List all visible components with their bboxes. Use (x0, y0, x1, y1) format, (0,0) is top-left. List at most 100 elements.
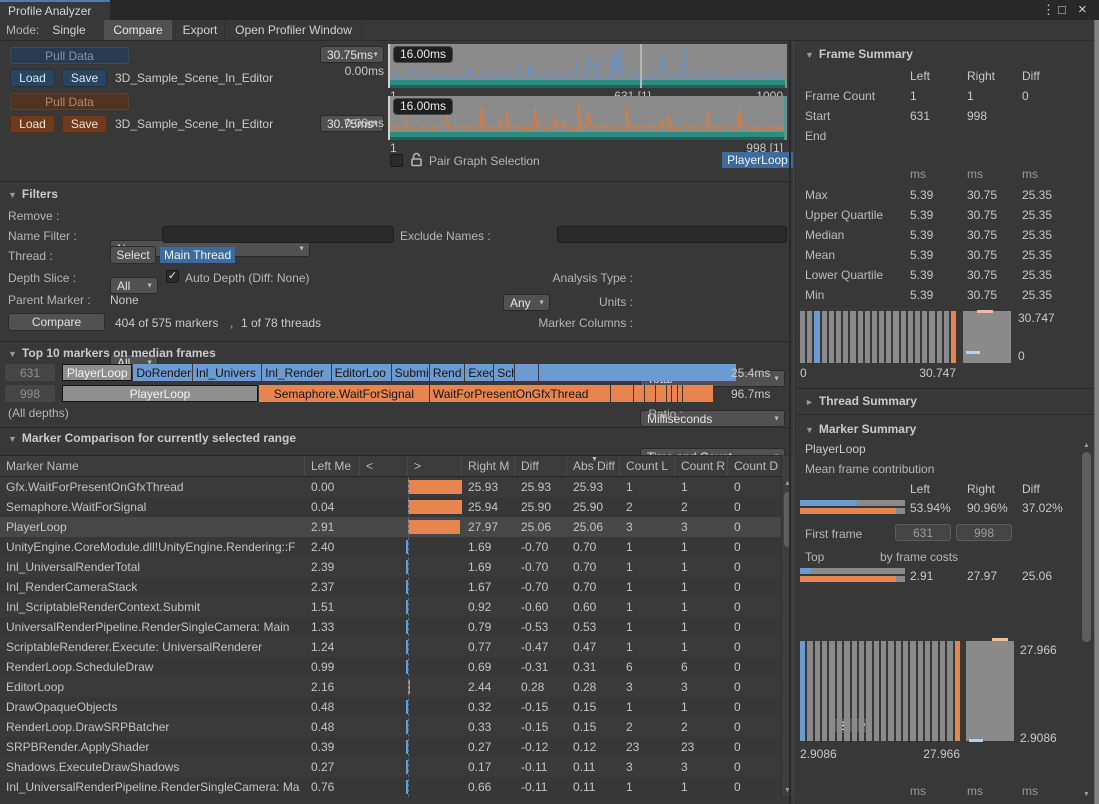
top10-segment[interactable] (634, 385, 644, 402)
column-header-gt[interactable]: > (408, 456, 462, 476)
menu-icon[interactable]: ⋮ (1042, 2, 1055, 18)
name-filter-input[interactable] (162, 226, 394, 243)
top10-segment[interactable]: Inl_Univers (193, 364, 261, 381)
scroll-down-icon[interactable]: ▼ (1080, 791, 1093, 798)
column-header-abs-diff[interactable]: ▼Abs Diff (567, 456, 620, 476)
top10-header[interactable]: ▼Top 10 markers on median frames (8, 346, 216, 360)
table-row[interactable]: ScriptableRenderer.Execute: UniversalRen… (0, 637, 781, 657)
scroll-up-icon[interactable]: ▲ (1080, 442, 1093, 449)
top10-segment[interactable] (683, 385, 712, 402)
table-row[interactable]: PlayerLoop2.9127.9725.0625.06330 (0, 517, 781, 537)
pull-data-left-button[interactable]: Pull Data (10, 47, 129, 64)
frame-graph-right[interactable]: 16.00ms (388, 96, 787, 140)
summary-right-value: 30.75 (967, 228, 997, 242)
table-row[interactable]: RenderLoop.ScheduleDraw0.990.69-0.310.31… (0, 657, 781, 677)
close-icon[interactable]: × (1078, 1, 1087, 18)
top10-segment[interactable]: Rend (430, 364, 465, 381)
column-header-lt[interactable]: < (360, 456, 408, 476)
window-edge-scrollbar[interactable] (1094, 20, 1099, 804)
frame-summary-header[interactable]: ▼Frame Summary (805, 47, 913, 61)
top10-frame-number-right[interactable]: 998 (5, 385, 55, 402)
top10-frame-number-left[interactable]: 631 (5, 364, 55, 381)
column-header-right-median[interactable]: Right M (462, 456, 515, 476)
table-row[interactable]: Inl_ScriptableRenderContext.Submit1.510.… (0, 597, 781, 617)
column-header-left-median[interactable]: Left Me (305, 456, 360, 476)
frame-summary-histogram[interactable] (800, 311, 956, 363)
name-filter-mode-dropdown[interactable]: All▼ (110, 277, 158, 294)
top10-segment[interactable] (672, 385, 677, 402)
thread-summary-header[interactable]: ►Thread Summary (805, 394, 917, 408)
top10-segment[interactable] (667, 385, 672, 402)
marker-summary-header[interactable]: ▼Marker Summary (805, 422, 916, 436)
top10-segment[interactable]: Exec (465, 364, 493, 381)
table-row[interactable]: RenderLoop.DrawSRPBatcher0.480.33-0.150.… (0, 717, 781, 737)
scroll-up-icon[interactable]: ▲ (782, 480, 793, 487)
marker-summary-histogram[interactable] (800, 641, 960, 741)
top10-segment[interactable] (645, 385, 655, 402)
column-header-label: Count R (681, 459, 725, 473)
boxplot-max-tick (992, 638, 1008, 641)
table-row[interactable]: SRPBRender.ApplyShader0.390.27-0.120.122… (0, 737, 781, 757)
top10-segment[interactable] (678, 385, 683, 402)
top10-segment[interactable] (611, 385, 632, 402)
table-row[interactable]: Shadows.ExecuteDrawShadows0.270.17-0.110… (0, 757, 781, 777)
table-row[interactable]: Inl_UniversalRenderPipeline.RenderSingle… (0, 777, 781, 797)
save-left-button[interactable]: Save (62, 69, 107, 87)
mode-single-button[interactable]: Single (36, 20, 102, 40)
scroll-down-icon[interactable]: ▼ (782, 787, 793, 794)
mode-compare-button[interactable]: Compare (104, 20, 172, 40)
table-row[interactable]: Semaphore.WaitForSignal0.0425.9425.9025.… (0, 497, 781, 517)
top10-segment[interactable]: Semaphore.WaitForSignal (259, 385, 429, 402)
export-button[interactable]: Export (175, 20, 225, 40)
exclude-names-label: Exclude Names : (400, 229, 491, 243)
right-panel-scrollbar[interactable]: ▲ ▼ (1080, 440, 1093, 800)
lock-icon[interactable] (410, 152, 423, 167)
first-frame-left-button[interactable]: 631 (895, 524, 951, 541)
load-right-button[interactable]: Load (10, 115, 55, 133)
frame-graph-left[interactable]: 16.00ms (388, 44, 787, 88)
maximize-icon[interactable]: □ (1058, 2, 1066, 17)
column-header-diff[interactable]: Diff (515, 456, 567, 476)
top10-segment[interactable]: Inl_Render (262, 364, 330, 381)
pair-graph-checkbox[interactable] (390, 154, 403, 167)
column-header-count-right[interactable]: Count R (675, 456, 728, 476)
open-profiler-button[interactable]: Open Profiler Window (226, 20, 362, 40)
table-row[interactable]: Inl_RenderCameraStack2.371.67-0.700.7011… (0, 577, 781, 597)
range-dropdown-left[interactable]: 30.75ms▼ (320, 46, 384, 63)
top10-segment[interactable] (515, 364, 538, 381)
top10-segment[interactable]: PlayerLoop (62, 385, 258, 402)
abs-diff-cell: 0.11 (567, 760, 620, 774)
thread-select-button[interactable]: Select (110, 246, 156, 264)
column-header-count-left[interactable]: Count L (620, 456, 675, 476)
table-row[interactable]: Gfx.WaitForPresentOnGfxThread0.0025.9325… (0, 477, 781, 497)
pull-data-right-button[interactable]: Pull Data (10, 93, 129, 110)
top10-segment[interactable]: EditorLoo (332, 364, 391, 381)
table-row[interactable]: DrawOpaqueObjects0.480.32-0.150.15110 (0, 697, 781, 717)
auto-depth-checkbox[interactable]: ✓ (166, 270, 179, 283)
marker-comparison-header[interactable]: ▼Marker Comparison for currently selecte… (8, 431, 296, 445)
filters-header[interactable]: ▼Filters (8, 187, 58, 201)
load-left-button[interactable]: Load (10, 69, 55, 87)
save-right-button[interactable]: Save (62, 115, 107, 133)
graph-selection-chip[interactable]: PlayerLoop (722, 152, 793, 168)
compare-button[interactable]: Compare (8, 313, 105, 331)
marker-comparison-title: Marker Comparison for currently selected… (22, 431, 296, 445)
first-frame-right-button[interactable]: 998 (956, 524, 1012, 541)
dataset-left-name: 3D_Sample_Scene_In_Editor (115, 71, 273, 85)
table-row[interactable]: UnityEngine.CoreModule.dll!UnityEngine.R… (0, 537, 781, 557)
table-row[interactable]: Inl_UniversalRenderTotal2.391.69-0.700.7… (0, 557, 781, 577)
column-header-count-diff[interactable]: Count D (728, 456, 781, 476)
top10-segment[interactable] (656, 385, 666, 402)
exclude-names-input[interactable] (557, 226, 787, 243)
top10-segment[interactable]: Sch (494, 364, 514, 381)
top10-segment[interactable] (539, 364, 736, 381)
table-row[interactable]: EditorLoop2.162.440.280.28330 (0, 677, 781, 697)
top10-segment[interactable]: Submi (392, 364, 429, 381)
top10-segment[interactable]: WaitForPresentOnGfxThread (430, 385, 611, 402)
right-panel-scrollbar-thumb[interactable] (1082, 452, 1091, 642)
top10-segment[interactable]: PlayerLoop (62, 364, 132, 381)
top10-segment[interactable]: DoRenderl (133, 364, 191, 381)
table-row[interactable]: UniversalRenderPipeline.RenderSingleCame… (0, 617, 781, 637)
tab-profile-analyzer[interactable]: Profile Analyzer (0, 0, 110, 20)
column-header-marker-name[interactable]: Marker Name (0, 456, 305, 476)
